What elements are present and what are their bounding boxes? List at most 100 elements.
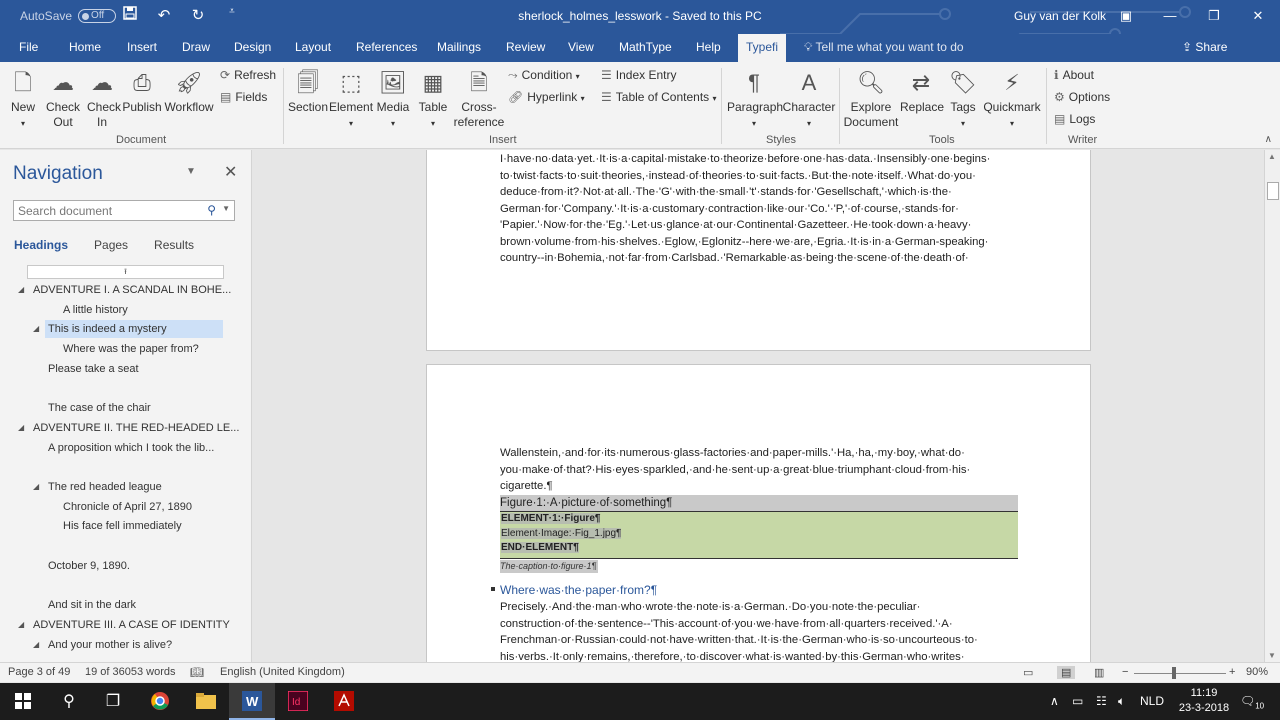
zoom-slider[interactable] — [1134, 673, 1226, 674]
tab-references[interactable]: References — [356, 40, 417, 54]
quickmark-button[interactable]: ⚡︎ Quickmark ▾ — [982, 68, 1042, 131]
scroll-up-icon[interactable]: ▲ — [1268, 152, 1276, 161]
indesign-icon[interactable]: Id — [275, 683, 321, 720]
acrobat-icon[interactable] — [321, 683, 367, 720]
heading-item[interactable]: ◢ This is indeed a mystery — [33, 320, 223, 339]
table-of-contents-button[interactable]: ☰ Table of Contents ▾ — [601, 90, 717, 104]
tab-draw[interactable]: Draw — [182, 40, 210, 54]
input-language[interactable]: NLD — [1140, 694, 1164, 708]
character-style-button[interactable]: A Character ▾ — [782, 68, 836, 131]
ribbon-display-options-icon[interactable]: ▣ — [1104, 0, 1148, 32]
heading-item[interactable]: A little history — [63, 301, 128, 319]
heading-item[interactable]: His face fell immediately — [63, 517, 182, 535]
power-icon[interactable]: ▭ — [1072, 694, 1083, 708]
vertical-scrollbar[interactable]: ▲ ▼ — [1264, 150, 1280, 662]
read-mode-icon[interactable]: ▭ — [1023, 666, 1033, 679]
index-entry-button[interactable]: ☰ Index Entry — [601, 68, 676, 82]
page-2-text[interactable]: Wallenstein,·and·for·its·numerous·glass-… — [500, 445, 1020, 495]
tab-home[interactable]: Home — [69, 40, 101, 54]
explore-document-button[interactable]: 🔍︎ Explore Document — [843, 68, 899, 130]
tags-button[interactable]: 🏷︎ Tags ▾ — [946, 68, 980, 131]
zoom-level[interactable]: 90% — [1246, 666, 1268, 678]
logs-button[interactable]: ▤ Logs — [1054, 112, 1095, 126]
section-button[interactable]: 🗐 Section — [288, 68, 328, 115]
print-layout-icon[interactable]: ▤ — [1057, 666, 1076, 679]
replace-button[interactable]: ⇄ Replace — [900, 68, 944, 115]
heading-item[interactable]: ◢ ADVENTURE III. A CASE OF IDENTITY — [18, 616, 230, 634]
user-name[interactable]: Guy van der Kolk — [1014, 9, 1106, 23]
element-button[interactable]: ⬚ Element ▾ — [329, 68, 373, 131]
clock[interactable]: 11:19 23-3-2018 — [1174, 686, 1234, 716]
collapse-triangle-icon[interactable]: ◢ — [18, 419, 24, 437]
heading-item[interactable]: Chronicle of April 27, 1890 — [63, 498, 192, 516]
condition-button[interactable]: ⤳ Condition ▾ — [508, 68, 580, 83]
search-icon[interactable]: ⚲ — [46, 683, 92, 720]
element-block[interactable]: ELEMENT·1:·Figure¶ Element·Image:·Fig_1.… — [500, 511, 1018, 559]
figure-caption[interactable]: The·caption·to·figure·1¶ — [500, 560, 599, 573]
language[interactable]: English (United Kingdom) — [220, 666, 345, 678]
page-1-text[interactable]: I·have·no·data·yet.·It·is·a·capital·mist… — [500, 151, 1020, 267]
table-button[interactable]: ▦ Table ▾ — [416, 68, 450, 131]
tab-mailings[interactable]: Mailings — [437, 40, 481, 54]
jump-to-beginning-icon[interactable]: ⭱ — [27, 265, 224, 279]
heading-item[interactable]: Where was the paper from? — [63, 340, 199, 358]
media-button[interactable]: 🖼︎ Media ▾ — [375, 68, 411, 131]
heading-item[interactable]: Please take a seat — [48, 360, 139, 378]
heading-item[interactable]: ◢ The red headed league — [33, 478, 162, 496]
zoom-slider-thumb[interactable] — [1172, 667, 1176, 679]
search-icon[interactable]: ⚲ — [207, 203, 216, 217]
windows-start-icon[interactable] — [0, 683, 46, 720]
tab-review[interactable]: Review — [506, 40, 545, 54]
tab-typefi[interactable]: Typefi — [738, 34, 787, 62]
restore-icon[interactable]: ❐ — [1192, 0, 1236, 32]
tab-insert[interactable]: Insert — [127, 40, 157, 54]
hyperlink-button[interactable]: 🔗︎ Hyperlink ▾ — [508, 90, 585, 104]
heading-item[interactable]: A proposition which I took the lib... — [48, 439, 214, 457]
notifications-icon[interactable]: 🗨︎10 — [1240, 694, 1264, 710]
refresh-button[interactable]: ⟳ Refresh — [220, 68, 276, 82]
collapse-triangle-icon[interactable]: ◢ — [18, 281, 24, 299]
heading-item[interactable]: ◢ ADVENTURE II. THE RED-HEADED LE... — [18, 419, 239, 437]
tell-me-search[interactable]: 💡︎ Tell me what you want to do — [804, 40, 964, 55]
tab-mathtype[interactable]: MathType — [619, 40, 672, 54]
minimize-icon[interactable]: — — [1148, 0, 1192, 32]
section-heading[interactable]: Where·was·the·paper·from?¶ — [491, 583, 657, 597]
heading-item[interactable]: The case of the chair — [48, 399, 151, 417]
task-view-icon[interactable]: ❐ — [90, 683, 136, 720]
volume-icon[interactable]: 🔈︎ — [1118, 694, 1125, 709]
tab-layout[interactable]: Layout — [295, 40, 331, 54]
fields-button[interactable]: ▤ Fields — [220, 90, 267, 104]
close-pane-icon[interactable]: ✕ — [224, 162, 237, 182]
tab-view[interactable]: View — [568, 40, 594, 54]
page-2-body-text[interactable]: Precisely.·And·the·man·who·wrote·the·not… — [500, 599, 1020, 662]
figure-title[interactable]: Figure·1:·A·picture·of·something¶ — [500, 495, 1018, 511]
zoom-out-button[interactable]: − — [1122, 666, 1128, 678]
heading-item[interactable]: October 9, 1890. — [48, 557, 130, 575]
about-button[interactable]: ℹ About — [1054, 68, 1094, 82]
workflow-button[interactable]: 🚀︎ Workflow — [164, 68, 214, 115]
word-count[interactable]: 19 of 36053 words — [85, 666, 176, 678]
heading-item[interactable]: ◢ ADVENTURE I. A SCANDAL IN BOHE... — [18, 281, 231, 299]
paragraph-style-button[interactable]: ¶ Paragraph ▾ — [727, 68, 783, 131]
page-count[interactable]: Page 3 of 49 — [8, 666, 70, 678]
collapse-triangle-icon[interactable]: ◢ — [33, 636, 39, 654]
close-window-icon[interactable]: ✕ — [1236, 0, 1280, 32]
word-icon[interactable]: W — [229, 683, 275, 720]
tab-headings[interactable]: Headings — [14, 238, 68, 252]
file-explorer-icon[interactable] — [183, 683, 229, 720]
zoom-in-button[interactable]: + — [1229, 666, 1235, 678]
share-button[interactable]: ⇪ Share — [1182, 40, 1227, 54]
scroll-down-icon[interactable]: ▼ — [1268, 651, 1276, 660]
network-icon[interactable]: ☷ — [1096, 694, 1107, 708]
collapse-triangle-icon[interactable]: ◢ — [18, 616, 24, 634]
search-options-icon[interactable]: ▼ — [222, 204, 230, 213]
collapse-ribbon-icon[interactable]: ∧ — [1265, 134, 1272, 145]
new-button[interactable]: 🗋 New ▾ — [8, 68, 38, 131]
tab-help[interactable]: Help — [696, 40, 721, 54]
chrome-icon[interactable] — [137, 683, 183, 720]
check-in-button[interactable]: ☁ Check In — [84, 68, 121, 130]
tab-design[interactable]: Design — [234, 40, 271, 54]
show-hidden-icons[interactable]: ∧ — [1050, 694, 1059, 708]
check-out-button[interactable]: ☁ Check Out — [44, 68, 82, 130]
proofing-icon[interactable]: 📖︎ — [190, 666, 204, 679]
